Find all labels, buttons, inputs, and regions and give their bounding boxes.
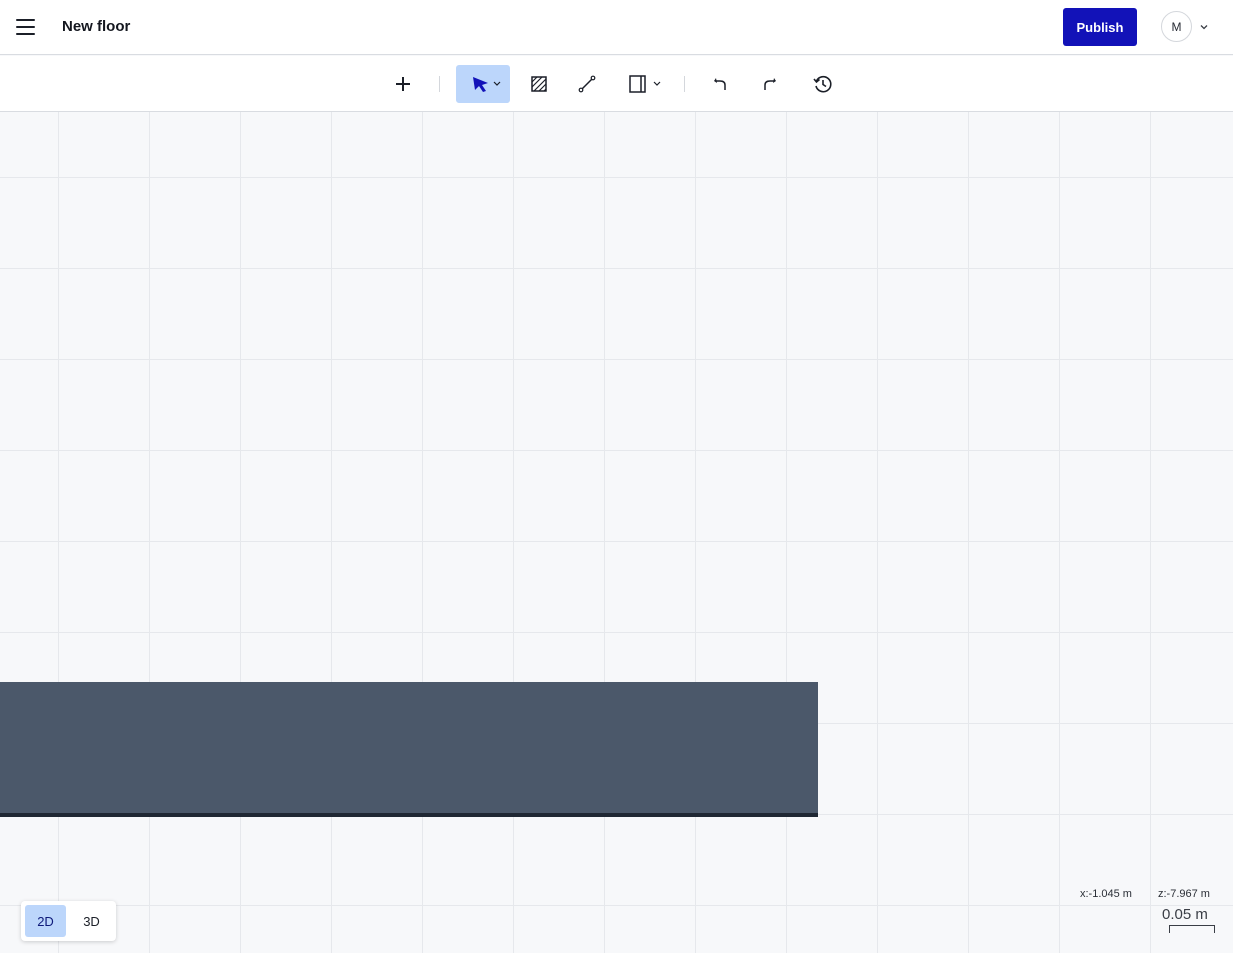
line-tool-button[interactable] xyxy=(575,72,599,96)
hatched-area-icon xyxy=(531,76,547,92)
floor-plan-canvas[interactable]: 2D 3D x:-1.045 m z:-7.967 m 0.05 m xyxy=(0,112,1233,953)
chevron-down-icon xyxy=(493,81,501,86)
door-panel-icon xyxy=(629,75,661,93)
chevron-down-icon[interactable] xyxy=(1198,21,1210,33)
editor-toolbar xyxy=(0,56,1233,112)
cursor-arrow-icon xyxy=(473,77,501,92)
history-button[interactable] xyxy=(810,72,836,96)
view-2d-button[interactable]: 2D xyxy=(25,905,66,937)
chevron-down-icon xyxy=(653,81,661,86)
toolbar-divider xyxy=(684,76,685,92)
undo-icon xyxy=(714,78,726,90)
history-icon xyxy=(813,75,832,93)
top-header: New floor Publish M xyxy=(0,0,1233,55)
door-window-tool-button[interactable] xyxy=(625,72,665,96)
user-avatar[interactable]: M xyxy=(1161,11,1192,42)
x-coordinate-readout: x:-1.045 m xyxy=(1080,888,1132,900)
line-icon xyxy=(578,75,596,93)
area-tool-button[interactable] xyxy=(527,72,551,96)
redo-icon xyxy=(764,78,776,90)
view-3d-button[interactable]: 3D xyxy=(71,905,112,937)
publish-button[interactable]: Publish xyxy=(1063,8,1137,46)
floor-editor-app: New floor Publish M 2D 3D x:-1.045 m z:-… xyxy=(0,0,1233,953)
floor-slab[interactable] xyxy=(0,682,818,817)
redo-button[interactable] xyxy=(757,72,781,96)
hamburger-menu-icon[interactable] xyxy=(14,16,38,38)
add-button[interactable] xyxy=(391,72,415,96)
z-coordinate-readout: z:-7.967 m xyxy=(1158,888,1210,900)
page-title: New floor xyxy=(62,18,131,35)
scale-bar xyxy=(1169,925,1215,933)
select-tool-button[interactable] xyxy=(456,65,510,103)
view-mode-toggle: 2D 3D xyxy=(21,901,116,941)
undo-button[interactable] xyxy=(709,72,733,96)
scale-label: 0.05 m xyxy=(1162,906,1208,923)
toolbar-divider xyxy=(439,76,440,92)
plus-icon xyxy=(396,77,410,91)
